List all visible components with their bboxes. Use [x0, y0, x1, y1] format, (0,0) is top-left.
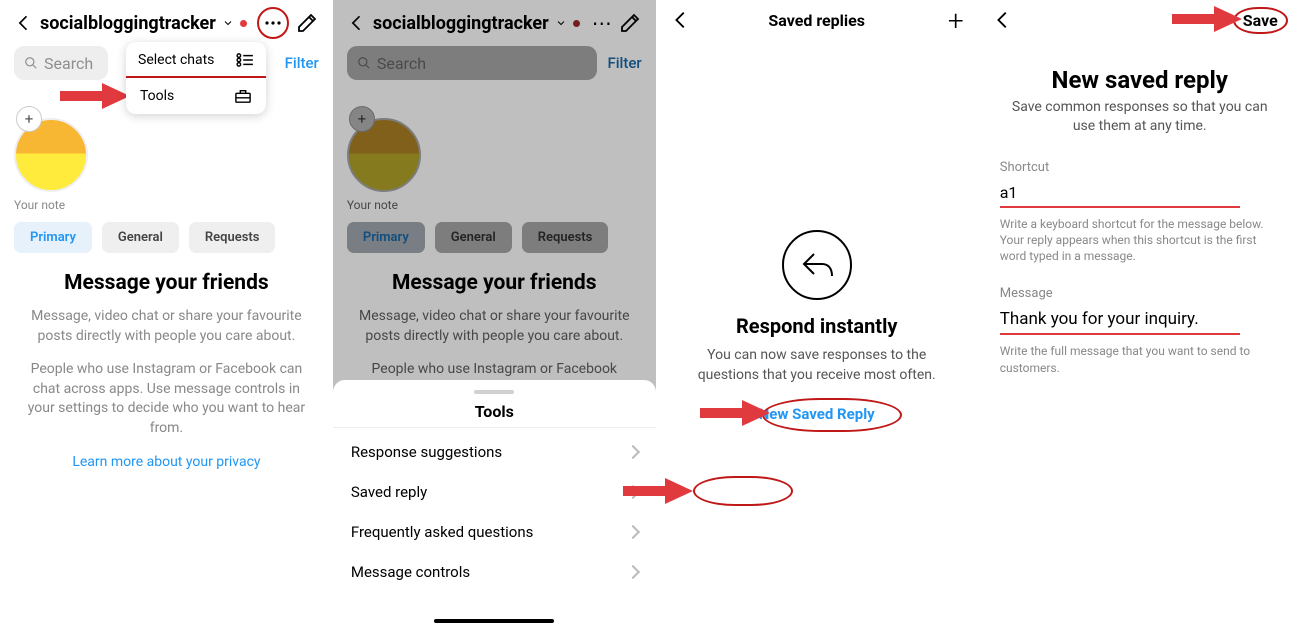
sheet-title: Tools: [333, 402, 656, 421]
tab-general[interactable]: General: [102, 222, 179, 253]
tab-requests[interactable]: Requests: [189, 222, 276, 253]
message-hint: Write the full message that you want to …: [1000, 343, 1280, 375]
annotation-underline: [1000, 333, 1240, 335]
chevron-right-icon: [626, 565, 640, 579]
annotation-ellipse: [762, 398, 902, 432]
respond-heading: Respond instantly: [686, 314, 948, 338]
back-icon[interactable]: [14, 13, 34, 33]
more-options-button[interactable]: [257, 7, 289, 39]
sheet-handle[interactable]: [474, 390, 514, 394]
annotation-arrow: [1172, 6, 1242, 32]
row-label: Frequently asked questions: [351, 523, 534, 541]
back-icon[interactable]: [670, 9, 692, 31]
search-icon: [24, 56, 38, 70]
shortcut-hint: Write a keyboard shortcut for the messag…: [1000, 216, 1280, 265]
menu-tools[interactable]: Tools: [126, 76, 266, 114]
tools-sheet: Tools Response suggestions Saved reply F…: [333, 380, 656, 628]
page-title: Saved replies: [768, 11, 865, 30]
compose-icon[interactable]: [295, 11, 319, 35]
tools-response-suggestions[interactable]: Response suggestions: [333, 432, 656, 472]
menu-select-chats[interactable]: Select chats: [126, 42, 266, 78]
empty-p1: Message, video chat or share your favour…: [26, 307, 307, 346]
row-label: Message controls: [351, 563, 470, 581]
respond-sub: You can now save responses to the questi…: [686, 346, 948, 385]
filter-link[interactable]: Filter: [285, 54, 319, 72]
back-icon[interactable]: [992, 9, 1014, 31]
tools-faq[interactable]: Frequently asked questions: [333, 512, 656, 552]
tools-saved-reply[interactable]: Saved reply: [333, 472, 656, 512]
add-button[interactable]: +: [948, 4, 964, 37]
annotation-underline: [1000, 206, 1240, 208]
new-reply-sub: Save common responses so that you can us…: [1000, 98, 1280, 136]
annotation-arrow: [60, 82, 130, 110]
tools-message-controls[interactable]: Message controls: [333, 552, 656, 592]
empty-heading: Message your friends: [26, 271, 307, 295]
annotation-arrow: [700, 400, 770, 426]
select-chats-icon: [236, 53, 254, 67]
your-note-label: Your note: [14, 198, 319, 212]
new-reply-heading: New saved reply: [1000, 66, 1280, 94]
message-label: Message: [1000, 286, 1280, 301]
search-placeholder: Search: [44, 54, 93, 73]
reply-icon: [782, 230, 852, 300]
search-input[interactable]: Search: [14, 46, 108, 80]
empty-p2: People who use Instagram or Facebook can…: [26, 360, 307, 438]
your-note-avatar[interactable]: +: [14, 118, 88, 192]
notification-dot: [240, 20, 247, 27]
chevron-right-icon: [626, 445, 640, 459]
toolbox-icon: [234, 88, 252, 104]
shortcut-input[interactable]: a1: [1000, 183, 1280, 202]
chevron-right-icon: [626, 525, 640, 539]
annotation-ellipse: [693, 476, 793, 506]
chevron-down-icon[interactable]: [222, 17, 234, 29]
username[interactable]: socialbloggingtracker: [40, 13, 216, 34]
row-label: Response suggestions: [351, 443, 502, 461]
row-label: Saved reply: [351, 483, 427, 501]
add-note-button[interactable]: +: [16, 106, 42, 132]
shortcut-label: Shortcut: [1000, 160, 1280, 175]
annotation-arrow: [623, 478, 693, 504]
menu-label: Select chats: [138, 52, 214, 68]
home-indicator: [434, 619, 554, 623]
menu-label: Tools: [140, 88, 174, 104]
message-input[interactable]: Thank you for your inquiry.: [1000, 309, 1280, 329]
tab-primary[interactable]: Primary: [14, 222, 92, 253]
privacy-link[interactable]: Learn more about your privacy: [26, 453, 307, 473]
more-menu-popover: Select chats Tools: [126, 42, 266, 114]
